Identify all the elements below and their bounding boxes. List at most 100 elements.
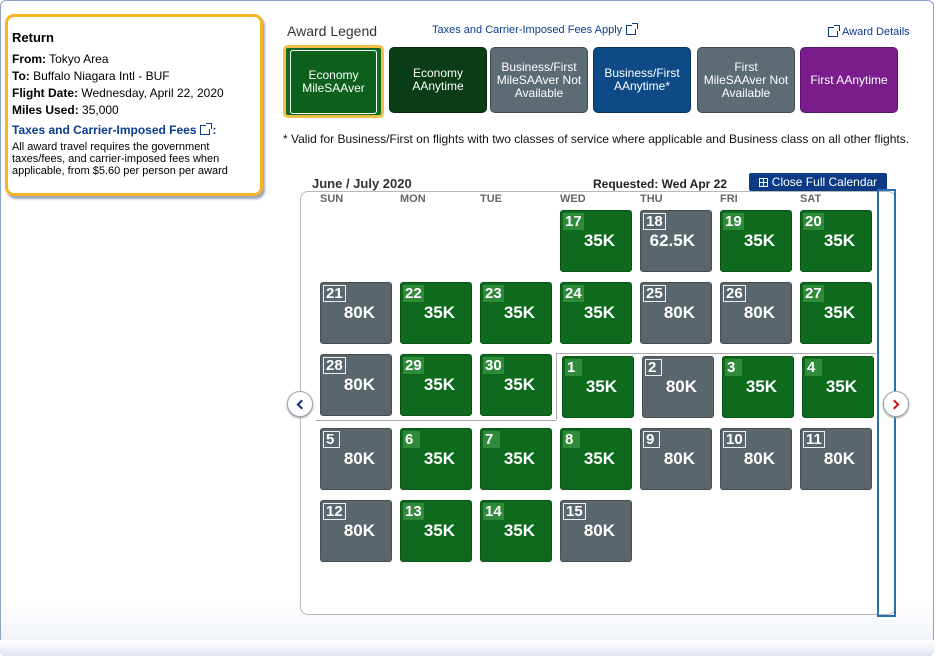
calendar-day-cell[interactable]: 3 35K — [722, 356, 794, 418]
calendar-day-cell[interactable]: 11 80K — [800, 428, 872, 490]
calendar-day-cell[interactable]: 25 80K — [640, 282, 712, 344]
taxes-fees-colon: : — [212, 123, 217, 137]
calendar-day-cell[interactable]: 14 35K — [480, 500, 552, 562]
calendar-day-cell[interactable]: 30 35K — [480, 354, 552, 416]
weekday-mon: MON — [400, 193, 426, 205]
weekday-fri: FRI — [720, 193, 738, 205]
calendar-day-cell[interactable]: 7 35K — [480, 428, 552, 490]
day-miles: 35K — [503, 303, 535, 322]
day-miles: 80K — [663, 303, 695, 322]
calendar-day-cell[interactable]: 15 80K — [560, 500, 632, 562]
day-number: 28 — [323, 357, 346, 374]
taxes-apply-link[interactable]: Taxes and Carrier-Imposed Fees Apply — [432, 24, 622, 36]
day-miles: 35K — [825, 377, 857, 396]
external-link-icon[interactable] — [199, 123, 212, 135]
legend-businessfirst-milesaaver[interactable]: Business/First MileSAAver Not Available — [490, 47, 588, 113]
taxes-fees-row: Taxes and Carrier-Imposed Fees : — [12, 123, 254, 137]
day-number: 8 — [563, 431, 580, 448]
taxes-fees-link[interactable]: Taxes and Carrier-Imposed Fees — [12, 123, 197, 137]
day-number: 23 — [483, 285, 504, 302]
award-details-link[interactable]: Award Details — [842, 26, 910, 38]
month-divider-bottom — [316, 420, 556, 421]
calendar-day-cell[interactable]: 19 35K — [720, 210, 792, 272]
legend-businessfirst-aanytime[interactable]: Business/First AAnytime* — [593, 47, 691, 113]
calendar-day-cell[interactable]: 5 80K — [320, 428, 392, 490]
legend-economy-milesaaver-inner: Economy MileSAAver — [290, 49, 377, 114]
previous-month-button[interactable] — [287, 391, 313, 417]
calendar-grid-icon — [758, 177, 768, 187]
to-line: To: Buffalo Niagara Intl - BUF — [12, 69, 254, 83]
calendar-day-cell[interactable]: 28 80K — [320, 354, 392, 416]
requested-date: Requested: Wed Apr 22 — [593, 177, 728, 191]
legend-label: Economy AAnytime — [412, 66, 464, 93]
calendar-day-cell[interactable]: 1 35K — [562, 356, 634, 418]
calendar-day-cell[interactable]: 10 80K — [720, 428, 792, 490]
award-details-row: Award Details — [828, 25, 910, 38]
day-miles: 35K — [583, 231, 615, 250]
legend-first-milesaaver[interactable]: First MileSAAver Not Available — [697, 47, 795, 113]
weekday-tue: TUE — [480, 193, 502, 205]
day-number: 9 — [643, 431, 660, 448]
miles-used-line: Miles Used: 35,000 — [12, 103, 254, 117]
day-number: 5 — [323, 431, 340, 448]
taxes-disclaimer: All award travel requires the government… — [12, 141, 228, 177]
flight-date-value: Wednesday, April 22, 2020 — [81, 86, 224, 100]
calendar-day-cell[interactable]: 24 35K — [560, 282, 632, 344]
day-number: 29 — [403, 357, 424, 374]
calendar-day-cell[interactable]: 9 80K — [640, 428, 712, 490]
from-label: From: — [12, 52, 46, 66]
day-miles: 80K — [743, 449, 775, 468]
calendar-day-cell[interactable]: 12 80K — [320, 500, 392, 562]
calendar-day-cell[interactable]: 22 35K — [400, 282, 472, 344]
day-number: 17 — [563, 213, 584, 230]
close-calendar-label: Close Full Calendar — [771, 175, 878, 189]
day-number: 18 — [643, 213, 666, 230]
external-link-icon[interactable] — [626, 23, 639, 35]
calendar-day-cell[interactable]: 23 35K — [480, 282, 552, 344]
calendar-day-cell[interactable]: 29 35K — [400, 354, 472, 416]
chevron-left-icon — [296, 399, 307, 409]
chevron-right-icon — [889, 399, 900, 409]
legend-economy-aanytime[interactable]: Economy AAnytime — [389, 47, 487, 113]
external-link-icon[interactable] — [828, 25, 840, 37]
legend-label: Economy MileSAAver — [302, 67, 365, 95]
calendar-day-cell[interactable]: 26 80K — [720, 282, 792, 344]
legend-first-aanytime[interactable]: First AAnytime — [800, 47, 898, 113]
return-title: Return — [12, 30, 54, 45]
next-month-button[interactable] — [883, 391, 909, 417]
day-miles: 35K — [423, 303, 455, 322]
day-number: 14 — [483, 503, 504, 520]
legend-economy-milesaaver[interactable]: Economy MileSAAver — [283, 45, 384, 118]
month-divider-vertical — [556, 353, 557, 420]
day-miles: 80K — [665, 377, 697, 396]
bottom-border — [0, 640, 934, 656]
calendar-day-cell[interactable]: 20 35K — [800, 210, 872, 272]
calendar-day-cell[interactable]: 2 80K — [642, 356, 714, 418]
flight-date-label: Flight Date: — [12, 86, 78, 100]
day-number: 24 — [563, 285, 584, 302]
calendar-day-cell[interactable]: 27 35K — [800, 282, 872, 344]
to-label: To: — [12, 69, 30, 83]
day-number: 30 — [483, 357, 504, 374]
calendar-day-cell[interactable]: 13 35K — [400, 500, 472, 562]
day-miles: 80K — [823, 449, 855, 468]
day-number: 20 — [803, 213, 824, 230]
calendar-day-cell[interactable]: 17 35K — [560, 210, 632, 272]
day-miles: 80K — [663, 449, 695, 468]
calendar-day-cell[interactable]: 18 62.5K — [640, 210, 712, 272]
return-summary-box: Return From: Tokyo Area To: Buffalo Niag… — [5, 14, 263, 196]
weekday-sat: SAT — [800, 193, 822, 205]
calendar-day-cell[interactable]: 6 35K — [400, 428, 472, 490]
from-value: Tokyo Area — [49, 52, 109, 66]
close-full-calendar-button[interactable]: Close Full Calendar — [749, 173, 887, 191]
day-number: 1 — [565, 359, 582, 376]
calendar-month-title: June / July 2020 — [312, 176, 412, 191]
taxes-apply-row: Taxes and Carrier-Imposed Fees Apply — [432, 23, 639, 36]
day-number: 11 — [803, 431, 825, 448]
calendar-day-cell[interactable]: 4 35K — [802, 356, 874, 418]
day-miles: 80K — [583, 521, 615, 540]
day-miles: 35K — [823, 231, 855, 250]
day-miles: 35K — [503, 521, 535, 540]
calendar-day-cell[interactable]: 21 80K — [320, 282, 392, 344]
calendar-day-cell[interactable]: 8 35K — [560, 428, 632, 490]
